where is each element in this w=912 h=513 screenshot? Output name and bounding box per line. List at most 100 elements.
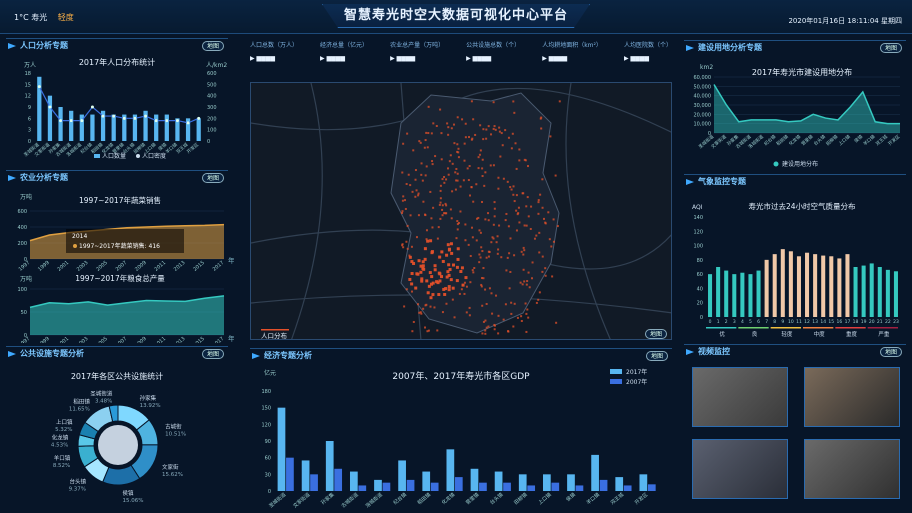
population-dot: [464, 122, 467, 125]
aqi-bar: [837, 258, 842, 317]
cons-xtick: 台头镇: [812, 133, 827, 147]
aqi-xtick: 11: [796, 319, 802, 325]
population-dot: [509, 186, 512, 189]
economy-title: 经济专题分析: [250, 349, 672, 363]
population-dot: [447, 167, 450, 170]
gdp-bar: [382, 482, 391, 491]
population-dot: [409, 214, 412, 217]
aqi-level-label: 优: [719, 330, 725, 338]
agriculture-map-button[interactable]: 地图: [201, 173, 224, 183]
population-dot: [487, 325, 490, 328]
gdp-unit: 亿元: [264, 369, 276, 377]
grain-xtick: 1999: [37, 336, 51, 343]
aqi-level-bar: [867, 327, 898, 329]
cons-ytick: 30,000: [694, 103, 712, 109]
population-dot: [427, 132, 430, 135]
population-dot: [433, 264, 437, 268]
population-dot: [512, 193, 515, 196]
population-dot: [456, 228, 459, 231]
map-panel-button[interactable]: 地图: [644, 329, 667, 339]
population-dot: [539, 117, 542, 120]
video-map-button[interactable]: 地图: [879, 347, 902, 357]
population-dot: [431, 163, 434, 166]
veg-ytick: 400: [17, 225, 27, 231]
population-dot: [493, 328, 496, 331]
population-dot: [446, 122, 449, 125]
veg-xtick: 2015: [192, 260, 206, 273]
population-dot: [451, 263, 455, 267]
population-dot: [485, 302, 488, 305]
stat-economy: 经济总量（亿元） ▶ ▆▆▆▆: [320, 42, 369, 62]
population-dot: [419, 270, 423, 274]
population-dot: [512, 185, 515, 188]
population-dot: [510, 188, 513, 191]
economy-map-button[interactable]: 地图: [645, 351, 668, 361]
population-dot: [481, 304, 484, 307]
population-dot: [403, 305, 406, 308]
aqi-xtick: 5: [749, 319, 752, 325]
gdp-xtick: 洛城街道: [364, 491, 384, 509]
veg-ytick: 200: [17, 241, 27, 247]
population-dot: [494, 128, 497, 131]
population-dot: [539, 193, 542, 196]
population-dot: [432, 122, 435, 125]
population-dot: [414, 286, 418, 290]
population-dot: [522, 192, 525, 195]
population-dot: [544, 267, 547, 270]
population-dot: [453, 142, 456, 145]
population-dot: [449, 278, 453, 282]
facilities-map-button[interactable]: 地图: [201, 349, 224, 359]
aqi-xtick: 14: [820, 319, 826, 325]
gdp-bar: [591, 454, 599, 491]
aqi-xtick: 17: [845, 319, 851, 325]
population-dot: [484, 329, 487, 332]
population-map[interactable]: 人口分布 地图: [250, 82, 672, 340]
gdp-xtick: 孙家集: [320, 491, 336, 506]
population-dot: [497, 314, 500, 317]
population-dot: [507, 225, 510, 228]
population-dot: [405, 240, 408, 243]
population-dot: [479, 124, 482, 127]
veg-xtick: 1999: [37, 260, 51, 273]
population-dot: [484, 171, 487, 174]
aqi-bar: [845, 254, 850, 317]
population-dot: [441, 178, 444, 181]
aqi-bar: [805, 252, 810, 317]
population-dot: [456, 247, 460, 251]
population-dot: [511, 132, 514, 135]
agriculture-charts: 万吨 1997~2017年蔬菜销售 02004006001997 1999 2001…: [17, 193, 234, 343]
population-map-button[interactable]: 地图: [201, 41, 224, 51]
population-dot: [531, 261, 534, 264]
gdp-ytick: 90: [265, 439, 271, 445]
population-dot: [447, 273, 451, 277]
population-dot: [493, 207, 496, 210]
aqi-level-bar: [706, 327, 737, 329]
population-dot: [551, 275, 554, 278]
population-dot: [541, 255, 544, 258]
population-dot: [504, 303, 507, 306]
population-dot: [440, 132, 443, 135]
veg-year-suffix: 年: [228, 256, 234, 265]
aqi-bar: [732, 274, 737, 317]
population-dot: [416, 303, 419, 306]
construction-map-button[interactable]: 地图: [879, 43, 902, 53]
population-dot: [482, 138, 485, 141]
video-feed-4[interactable]: [804, 439, 900, 499]
population-dot: [490, 292, 493, 295]
pop-ytick-left: 18: [25, 71, 31, 77]
facility-label: 化龙镇: [52, 433, 69, 441]
facility-value: 5.32%: [55, 427, 72, 433]
aqi-bar: [788, 251, 793, 317]
population-dot: [492, 237, 495, 240]
video-feed-1[interactable]: [692, 367, 788, 427]
population-dot: [464, 276, 468, 280]
video-feed-3[interactable]: [692, 439, 788, 499]
population-dot: [479, 149, 482, 152]
pop-ytick-left: 15: [25, 82, 31, 88]
population-dot: [487, 219, 490, 222]
population-legend-line: 人口密度: [142, 152, 166, 160]
aqi-bar: [829, 256, 834, 317]
video-feed-2[interactable]: [804, 367, 900, 427]
gdp-ytick: 60: [265, 456, 271, 462]
aqi-level-bar: [835, 327, 866, 329]
